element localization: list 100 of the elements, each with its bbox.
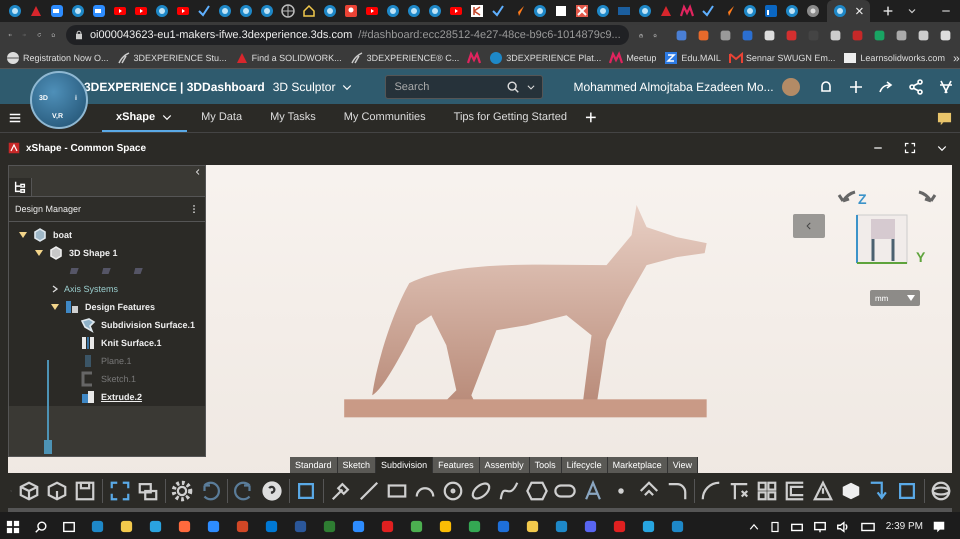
circle-icon[interactable] [442, 480, 464, 502]
save-icon[interactable] [74, 480, 96, 502]
square-icon[interactable] [554, 4, 568, 18]
gear-icon[interactable] [170, 480, 193, 502]
action-bar-tab[interactable]: Tools [530, 457, 562, 474]
extension-icon[interactable] [916, 28, 930, 42]
home-icon[interactable] [302, 4, 316, 18]
tree-item[interactable]: boat [53, 230, 72, 240]
globe-icon[interactable] [638, 4, 652, 18]
bookmark[interactable]: Find a SOLIDWORK... [234, 51, 342, 65]
brush-icon[interactable] [330, 480, 352, 502]
expand-arrow-icon[interactable] [35, 249, 43, 257]
extension-icon[interactable] [696, 28, 710, 42]
dashboard-tab[interactable]: My Tasks [256, 104, 330, 132]
app-icon[interactable] [90, 519, 105, 534]
arc-icon[interactable] [700, 480, 722, 502]
cube-icon[interactable] [46, 480, 68, 502]
tree-item[interactable]: Knit Surface.1 [101, 338, 162, 348]
fit-icon[interactable] [108, 480, 131, 502]
app-icon[interactable] [177, 519, 192, 534]
action-bar-tab[interactable]: Features [433, 457, 480, 474]
action-bar-tab[interactable]: Sketch [338, 457, 376, 474]
app-icon[interactable] [119, 519, 134, 534]
cube-icon[interactable] [18, 480, 40, 502]
device-icon[interactable] [768, 520, 781, 532]
extension-icon[interactable] [872, 28, 886, 42]
video-icon[interactable] [50, 4, 64, 18]
bookmark[interactable]: 3DEXPERIENCE Plat... [489, 51, 602, 65]
action-bar-tab[interactable]: Assembly [480, 457, 530, 474]
globe-icon[interactable] [785, 4, 799, 18]
tree-item[interactable]: Design Features [85, 302, 156, 312]
dashboard-tab[interactable]: Tips for Getting Started [440, 104, 581, 132]
tree-icon[interactable] [13, 180, 27, 194]
logo-icon[interactable] [764, 4, 778, 18]
play-icon[interactable] [365, 4, 379, 18]
letter-k-icon[interactable] [470, 4, 484, 18]
globe-icon[interactable] [155, 4, 169, 18]
bookmark[interactable]: Sennar SWUGN Em... [728, 51, 836, 65]
globe-icon[interactable] [407, 4, 421, 18]
globe-icon[interactable] [323, 4, 337, 18]
share-arrow-icon[interactable] [878, 78, 894, 94]
chat-icon[interactable] [937, 110, 952, 126]
network-icon[interactable] [812, 520, 827, 534]
tree-item[interactable]: Extrude.2 [101, 392, 142, 402]
action-bar-tab[interactable]: View [668, 457, 698, 474]
map-pin-icon[interactable] [344, 4, 358, 18]
pattern-icon[interactable] [756, 480, 778, 502]
tree-item[interactable]: Axis Systems [64, 284, 118, 294]
app-icon[interactable] [206, 519, 221, 534]
globe-icon[interactable] [260, 4, 274, 18]
bookmark[interactable]: Edu.MAIL [664, 51, 721, 65]
collapse-icon[interactable] [194, 168, 202, 176]
globe-icon[interactable] [8, 4, 22, 18]
address-bar[interactable]: oi000043623-eu1-makers-ifwe.3dexperience.3ds.com /#dashboard:ecc28512-4e27-48ce-b9c6-1014879c9... [66, 25, 629, 45]
globe-icon[interactable] [833, 4, 847, 18]
browser-tab[interactable]: × [827, 0, 870, 22]
extension-icon[interactable] [718, 28, 732, 42]
action-bar-tab[interactable]: Standard [290, 457, 338, 474]
line-icon[interactable] [358, 480, 380, 502]
bookmark[interactable]: 3DEXPERIENCE Stu... [116, 51, 227, 65]
bookmark[interactable]: Learnsolidworks.com [843, 51, 945, 65]
dashboard-tab[interactable]: My Data [187, 104, 256, 132]
check-icon[interactable] [197, 4, 211, 18]
app-icon[interactable] [409, 519, 424, 534]
check-icon[interactable] [491, 4, 505, 18]
close-tab-button[interactable]: × [855, 2, 864, 20]
app-icon[interactable] [438, 519, 453, 534]
expand-arrow-icon[interactable] [51, 303, 59, 311]
new-tab-button[interactable]: + [876, 0, 900, 22]
globe-icon[interactable] [428, 4, 442, 18]
globe-icon[interactable] [386, 4, 400, 18]
play-icon[interactable] [449, 4, 463, 18]
history-slider-thumb[interactable] [44, 440, 52, 454]
bookmark[interactable]: 3DEXPERIENCE® C... [350, 51, 460, 65]
cross-icon[interactable] [575, 4, 589, 18]
app-icon[interactable] [351, 519, 366, 534]
globe-icon[interactable] [533, 4, 547, 18]
extension-icon[interactable] [894, 28, 908, 42]
tree-item[interactable]: 3D Shape 1 [69, 248, 118, 258]
globe-icon[interactable] [218, 4, 232, 18]
action-bar-tab[interactable]: Marketplace [608, 457, 668, 474]
ellipse-icon[interactable] [470, 480, 492, 502]
action-bar-tab[interactable]: Subdivision [376, 457, 434, 474]
hexagon-icon[interactable] [526, 480, 548, 502]
help-icon[interactable] [261, 480, 284, 502]
app-icon[interactable] [148, 519, 163, 534]
globe-icon[interactable] [743, 4, 757, 18]
video-icon[interactable] [92, 4, 106, 18]
globe-icon[interactable] [596, 4, 610, 18]
triangle-icon[interactable] [812, 480, 834, 502]
app-icon[interactable] [467, 519, 482, 534]
bookmark[interactable] [467, 51, 482, 65]
extension-icon[interactable] [828, 28, 842, 42]
play-icon[interactable] [176, 4, 190, 18]
globe-icon[interactable] [281, 4, 295, 18]
bookmark[interactable]: Meetup [609, 51, 656, 65]
browser-icon[interactable] [806, 4, 820, 18]
check-icon[interactable] [701, 4, 715, 18]
bookmark[interactable]: Registration Now O... [6, 51, 109, 65]
app-icon[interactable] [641, 519, 656, 534]
